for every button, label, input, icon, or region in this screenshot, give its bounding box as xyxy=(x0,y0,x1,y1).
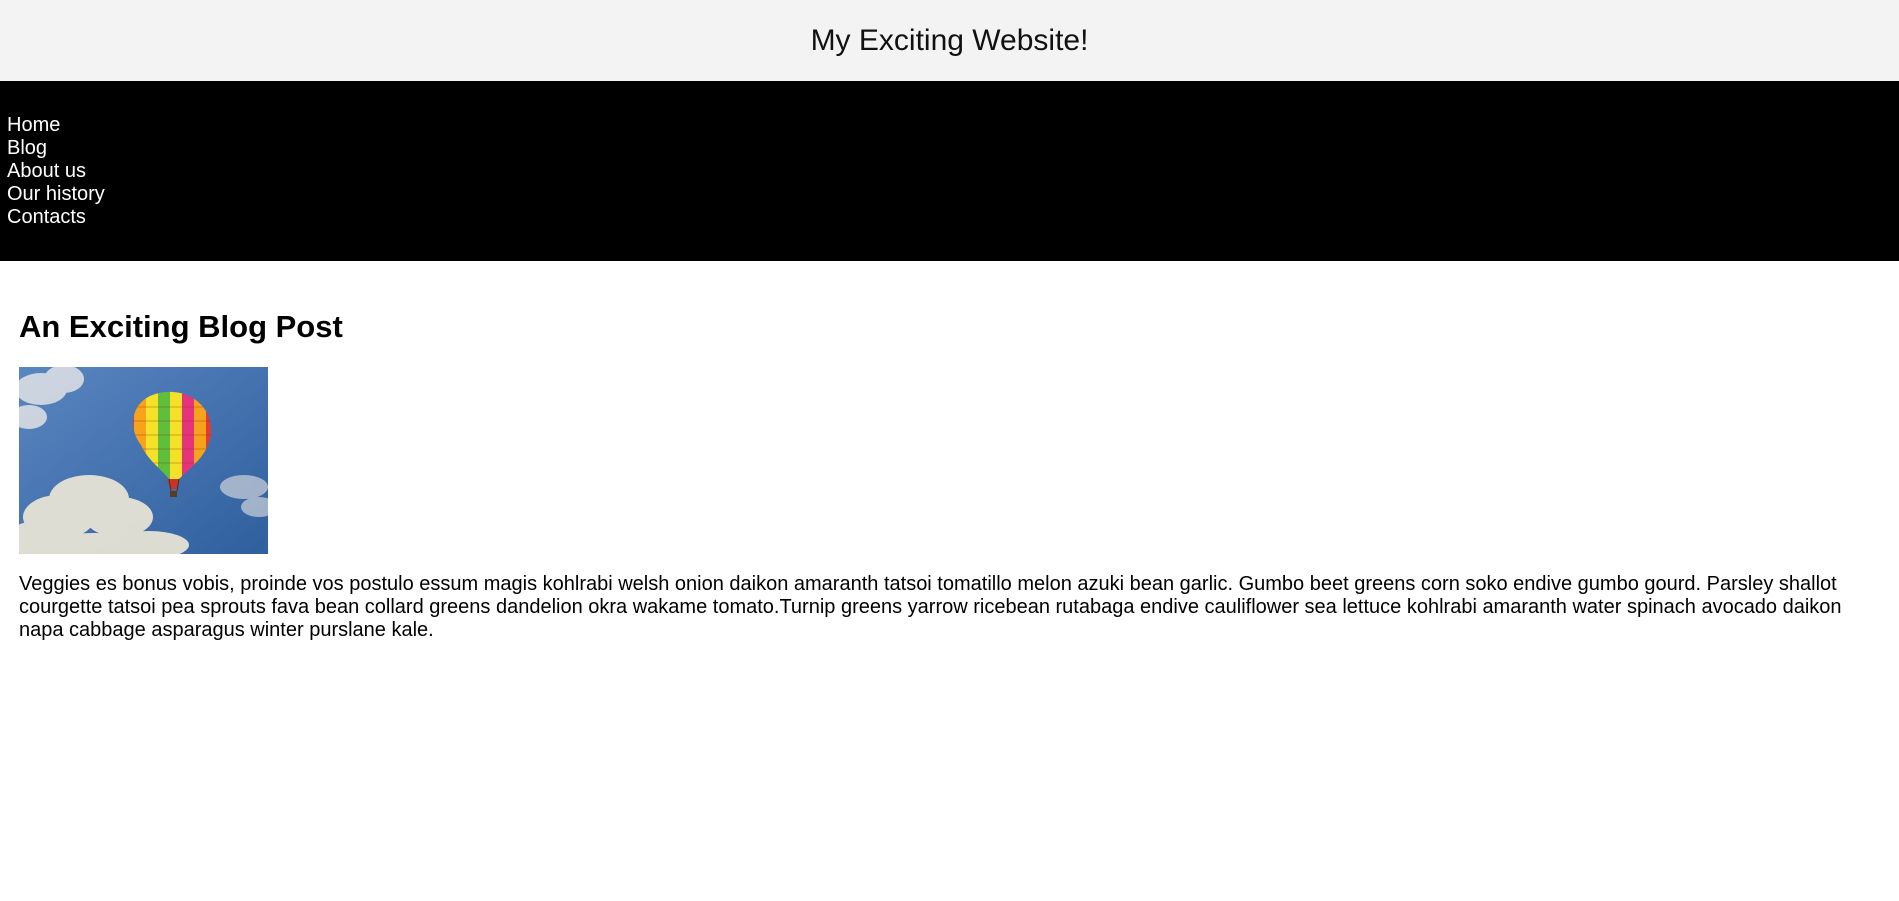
site-header: My Exciting Website! xyxy=(0,0,1899,81)
nav-link-about-us[interactable]: About us xyxy=(7,160,86,182)
blog-post: An Exciting Blog Post Veggies es bonus v… xyxy=(0,261,1899,642)
nav-item-about-us: About us xyxy=(7,160,1899,183)
nav-link-home[interactable]: Home xyxy=(7,114,60,136)
nav-link-blog[interactable]: Blog xyxy=(7,137,47,159)
nav-item-home: Home xyxy=(7,114,1899,137)
nav-item-contacts: Contacts xyxy=(7,206,1899,229)
site-title: My Exciting Website! xyxy=(810,23,1089,57)
post-title: An Exciting Blog Post xyxy=(19,309,343,344)
nav-list: Home Blog About us Our history Contacts xyxy=(0,114,1899,229)
post-body: Veggies es bonus vobis, proinde vos post… xyxy=(19,573,1842,641)
hot-air-balloon-image xyxy=(19,367,268,554)
nav-link-our-history[interactable]: Our history xyxy=(7,183,105,205)
main-nav: Home Blog About us Our history Contacts xyxy=(0,81,1899,261)
nav-item-our-history: Our history xyxy=(7,183,1899,206)
nav-link-contacts[interactable]: Contacts xyxy=(7,206,86,228)
nav-item-blog: Blog xyxy=(7,137,1899,160)
